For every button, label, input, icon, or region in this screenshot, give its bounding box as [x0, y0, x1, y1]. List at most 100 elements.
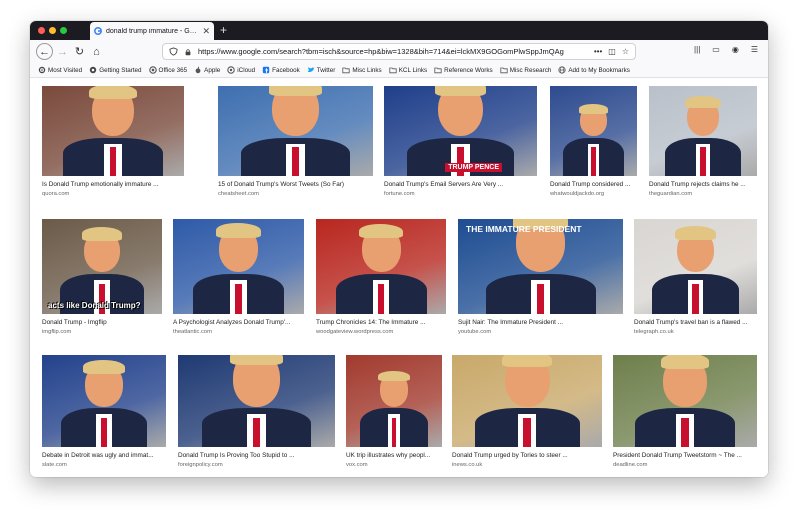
result-title[interactable]: A Psychologist Analyzes Donald Trump'...	[173, 319, 304, 327]
result-source[interactable]: cheatsheet.com	[218, 191, 373, 198]
result-source[interactable]: woodgateview.wordpress.com	[316, 329, 446, 336]
result-source[interactable]: inews.co.uk	[452, 462, 602, 469]
result-title[interactable]: Trump Chronicles 14: The Immature ...	[316, 319, 446, 327]
result-source[interactable]: theguardian.com	[649, 191, 757, 198]
result-thumbnail[interactable]	[218, 86, 373, 176]
result-thumbnail[interactable]	[178, 355, 335, 447]
sidebar-icon[interactable]: ▭	[712, 45, 720, 54]
result-title[interactable]: Donald Trump rejects claims he ...	[649, 181, 757, 189]
result-thumbnail[interactable]: TRUMP PENCE	[384, 86, 537, 176]
result-source[interactable]: youtube.com	[458, 329, 623, 336]
result-title[interactable]: Sujit Nair: The Immature President ...	[458, 319, 623, 327]
result-title[interactable]: Debate in Detroit was ugly and immat...	[42, 452, 166, 460]
image-result-card[interactable]: President Donald Trump Tweetstorm ~ The …	[613, 355, 757, 469]
result-thumbnail[interactable]: acts like Donald Trump?	[42, 219, 162, 314]
result-title[interactable]: President Donald Trump Tweetstorm ~ The …	[613, 452, 757, 460]
result-source[interactable]: quora.com	[42, 191, 184, 198]
close-window-button[interactable]	[38, 27, 45, 34]
menu-icon[interactable]: ☰	[751, 45, 758, 54]
image-result-card[interactable]: THE IMMATURE PRESIDENT Sujit Nair: The Im…	[458, 219, 623, 336]
bookmark-apple[interactable]: Apple	[194, 66, 220, 74]
tracking-shield-icon[interactable]	[169, 47, 178, 56]
result-title[interactable]: Is Donald Trump emotionally immature ...	[42, 181, 184, 189]
result-source[interactable]: telegraph.co.uk	[634, 329, 757, 336]
result-thumbnail[interactable]: THE IMMATURE PRESIDENT	[458, 219, 623, 314]
tab-active[interactable]: donald trump immature - Goog ✕	[90, 22, 214, 40]
bookmark-getting-started[interactable]: Getting Started	[89, 66, 142, 74]
image-result-card[interactable]: Debate in Detroit was ugly and immat... s…	[42, 355, 166, 469]
google-icon	[94, 27, 102, 35]
result-thumbnail[interactable]	[634, 219, 757, 314]
result-title[interactable]: Donald Trump Is Proving Too Stupid to ..…	[178, 452, 335, 460]
image-result-card[interactable]: Donald Trump's travel ban is a flawed ..…	[634, 219, 757, 336]
result-source[interactable]: whatwouldjackdo.org	[550, 191, 637, 198]
result-source[interactable]: deadline.com	[613, 462, 757, 469]
result-source[interactable]: slate.com	[42, 462, 166, 469]
library-icon[interactable]: |||	[694, 45, 700, 54]
result-thumbnail[interactable]	[42, 355, 166, 447]
result-title[interactable]: 15 of Donald Trump's Worst Tweets (So Fa…	[218, 181, 373, 189]
result-thumbnail[interactable]	[173, 219, 304, 314]
result-thumbnail[interactable]	[613, 355, 757, 447]
bookmark-most-visited[interactable]: Most Visited	[38, 66, 82, 74]
reload-button[interactable]: ↻	[71, 43, 88, 60]
result-source[interactable]: fortune.com	[384, 191, 537, 198]
page-actions-icon[interactable]: •••	[594, 47, 602, 56]
image-result-card[interactable]: UK trip illustrates why peopl... vox.com	[346, 355, 442, 469]
bookmark-icloud[interactable]: iCloud	[227, 66, 255, 74]
folder-icon	[389, 67, 397, 74]
result-thumbnail[interactable]	[550, 86, 637, 176]
image-result-card[interactable]: Donald Trump Is Proving Too Stupid to ..…	[178, 355, 335, 469]
bookmark-twitter[interactable]: Twitter	[307, 66, 335, 74]
image-result-card[interactable]: Trump Chronicles 14: The Immature ... woo…	[316, 219, 446, 336]
bookmark-facebook[interactable]: Facebook	[262, 66, 300, 74]
new-tab-button[interactable]: +	[220, 23, 227, 37]
image-result-card[interactable]: Donald Trump considered ... whatwouldjack…	[550, 86, 637, 198]
result-thumbnail[interactable]	[316, 219, 446, 314]
bookmark-office-365[interactable]: Office 365	[148, 66, 187, 74]
bookmark-reference-works[interactable]: Reference Works	[434, 66, 493, 74]
home-button[interactable]: ⌂	[88, 43, 105, 60]
forward-button[interactable]: →	[54, 43, 71, 60]
result-title[interactable]: Donald Trump urged by Tories to steer ..…	[452, 452, 602, 460]
bookmark-misc-links[interactable]: Misc Links	[342, 66, 382, 74]
result-title[interactable]: Donald Trump considered ...	[550, 181, 637, 189]
tie-shape	[536, 283, 545, 314]
thumbnail-overlay-text: acts like Donald Trump?	[48, 301, 141, 310]
tie-shape	[391, 417, 397, 447]
image-result-card[interactable]: Is Donald Trump emotionally immature ...…	[42, 86, 184, 198]
tie-shape	[692, 283, 699, 314]
result-source[interactable]: theatlantic.com	[173, 329, 304, 336]
image-result-card[interactable]: acts like Donald Trump? Donald Trump - Im…	[42, 219, 162, 336]
maximize-window-button[interactable]	[60, 27, 67, 34]
tie-shape	[100, 417, 108, 447]
pocket-icon[interactable]: ◫	[608, 47, 616, 56]
result-source[interactable]: vox.com	[346, 462, 442, 469]
result-title[interactable]: UK trip illustrates why peopl...	[346, 452, 442, 460]
result-title[interactable]: Donald Trump's travel ban is a flawed ..…	[634, 319, 757, 327]
bookmark-misc-research[interactable]: Misc Research	[500, 66, 551, 74]
image-result-card[interactable]: Donald Trump rejects claims he ... thegua…	[649, 86, 757, 198]
result-thumbnail[interactable]	[346, 355, 442, 447]
close-tab-icon[interactable]: ✕	[202, 26, 210, 37]
result-title[interactable]: Donald Trump's Email Servers Are Very ..…	[384, 181, 537, 189]
image-result-card[interactable]: A Psychologist Analyzes Donald Trump'...…	[173, 219, 304, 336]
image-result-card[interactable]: Donald Trump urged by Tories to steer ..…	[452, 355, 602, 469]
minimize-window-button[interactable]	[49, 27, 56, 34]
image-result-card[interactable]: 15 of Donald Trump's Worst Tweets (So Fa…	[218, 86, 373, 198]
lock-icon[interactable]	[184, 48, 192, 56]
result-thumbnail[interactable]	[42, 86, 184, 176]
image-result-card[interactable]: TRUMP PENCE Donald Trump's Email Servers …	[384, 86, 537, 198]
bookmark-add-to-my-bookmarks[interactable]: Add to My Bookmarks	[558, 66, 630, 74]
result-thumbnail[interactable]	[452, 355, 602, 447]
account-icon[interactable]: ◉	[732, 45, 739, 54]
bookmark-label: Add to My Bookmarks	[568, 66, 630, 74]
result-thumbnail[interactable]	[649, 86, 757, 176]
result-source[interactable]: foreignpolicy.com	[178, 462, 335, 469]
result-source[interactable]: imgflip.com	[42, 329, 162, 336]
bookmark-kcl-links[interactable]: KCL Links	[389, 66, 427, 74]
address-bar[interactable]: https://www.google.com/search?tbm=isch&s…	[162, 43, 636, 60]
bookmark-star-icon[interactable]: ☆	[622, 47, 629, 56]
result-title[interactable]: Donald Trump - Imgflip	[42, 319, 162, 327]
back-button[interactable]: ←	[36, 43, 53, 60]
